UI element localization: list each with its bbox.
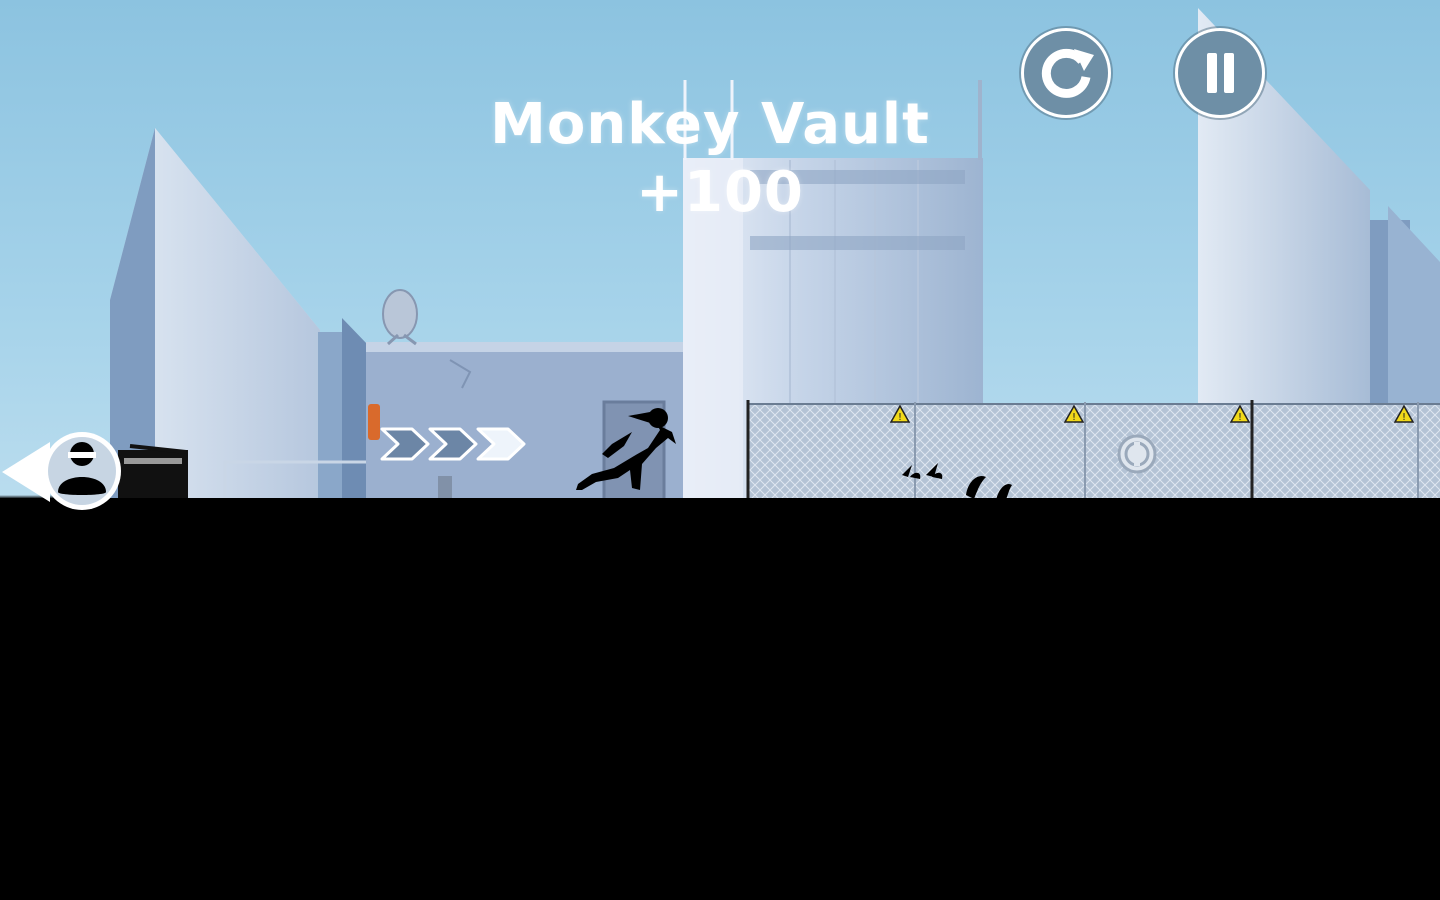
trick-points: +100 (636, 160, 804, 225)
game-stage[interactable]: ! ! ! ! Monkey Vault +100 (0, 0, 1440, 900)
warning-sign-icon: ! (1230, 405, 1250, 423)
hunter-indicator (2, 432, 121, 510)
orange-wall-marker (368, 404, 380, 440)
rooftop-ground (0, 498, 1440, 900)
svg-text:!: ! (1072, 412, 1076, 423)
warning-sign-icon: ! (1064, 405, 1084, 423)
restart-button[interactable] (1021, 28, 1111, 118)
warning-sign-icon: ! (890, 405, 910, 423)
trick-name: Monkey Vault (490, 92, 930, 157)
pause-button[interactable] (1175, 28, 1265, 118)
restart-icon (1041, 48, 1094, 98)
coin-icon[interactable] (1117, 434, 1157, 474)
speed-arrows (380, 427, 526, 461)
pigeons (902, 463, 1012, 503)
warning-sign-icon: ! (1394, 405, 1414, 423)
svg-text:!: ! (1402, 412, 1406, 423)
svg-text:!: ! (1238, 412, 1242, 423)
pause-icon (1207, 53, 1234, 93)
runner-silhouette (576, 408, 676, 490)
svg-text:!: ! (898, 412, 902, 423)
